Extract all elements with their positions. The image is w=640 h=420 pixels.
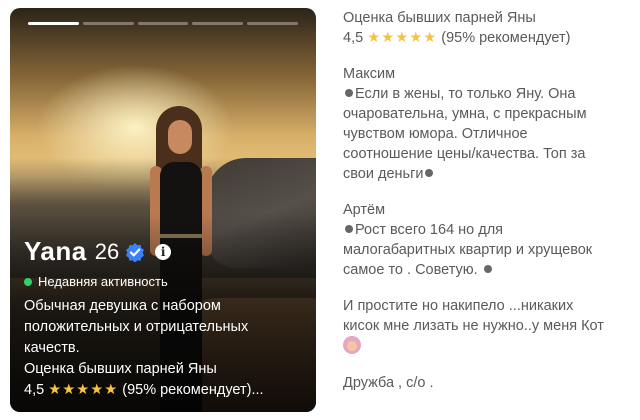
rating-recommend: (95% рекомендует)... — [122, 382, 264, 398]
profile-card[interactable]: Yana 26 i Недавняя активность Обычная де… — [10, 8, 316, 412]
bio-line: качеств. — [24, 340, 80, 356]
star-icon: ★★★★★ — [48, 382, 119, 398]
review-line: самое то . Советую. — [343, 260, 637, 280]
photo-progress-segment[interactable] — [192, 22, 244, 25]
profile-name: Yana — [24, 236, 87, 266]
photo-progress-segment[interactable] — [137, 22, 189, 25]
reviews-rating-line: 4,5 ★★★★★ (95% рекомендует) — [343, 28, 637, 48]
bullet-dot-icon — [483, 265, 492, 273]
rating-number: 4,5 — [24, 382, 45, 398]
activity-label: Недавняя активность — [38, 274, 168, 289]
photo-progress-bar[interactable] — [28, 22, 298, 25]
verified-check-icon — [126, 242, 145, 262]
bio-line: Обычная девушка с набором — [24, 298, 221, 314]
review-line: Если в жены, то только Яну. Она — [343, 84, 637, 104]
photo-progress-segment[interactable] — [82, 22, 134, 25]
review-line: свои деньги — [343, 164, 637, 184]
profile-name-row: Yana 26 i — [24, 236, 172, 267]
profile-age: 26 — [94, 238, 120, 264]
review-author: Артём — [343, 202, 386, 218]
review-line — [343, 336, 637, 357]
bullet-dot-icon — [345, 225, 353, 233]
review-line: чувством юмора. Отличное — [343, 126, 528, 142]
rating-recommend: (95% рекомендует) — [441, 30, 571, 46]
review-line: Дружба , с/о . — [343, 375, 434, 391]
review-line: малогабаритных квартир и хрущевок — [343, 242, 593, 258]
activity-status: Недавняя активность — [24, 274, 168, 289]
review-line: И простите но накипело ...никаких — [343, 298, 574, 314]
star-icon: ★★★★★ — [367, 30, 438, 46]
photo-progress-segment[interactable] — [28, 22, 79, 25]
bio-line: Оценка бывших парней Яны — [24, 361, 217, 377]
review-line: Рост всего 164 но для — [343, 220, 637, 240]
photo-progress-segment[interactable] — [247, 22, 298, 25]
info-icon[interactable]: i — [155, 243, 172, 260]
reviews-header: Оценка бывших парней Яны — [343, 10, 536, 26]
bullet-dot-icon — [345, 89, 353, 97]
bullet-dot-icon — [425, 169, 434, 177]
review-line: кисок мне лизать не нужно..у меня Кот — [343, 318, 604, 334]
online-dot-icon — [24, 277, 32, 286]
bio-rating-line: 4,5 ★★★★★ (95% рекомендует)... — [24, 380, 304, 401]
review-line: очаровательна, умна, с прекрасным — [343, 106, 587, 122]
reviews-panel: Оценка бывших парней Яны 4,5 ★★★★★ (95% … — [343, 0, 637, 393]
review-author: Максим — [343, 66, 396, 82]
rating-number: 4,5 — [343, 30, 364, 46]
review-line: соотношение цены/качества. Топ за — [343, 146, 586, 162]
bio-line: положительных и отрицательных — [24, 319, 249, 335]
emoji-icon — [343, 336, 361, 354]
profile-bio: Обычная девушка с набором положительных … — [24, 296, 304, 401]
